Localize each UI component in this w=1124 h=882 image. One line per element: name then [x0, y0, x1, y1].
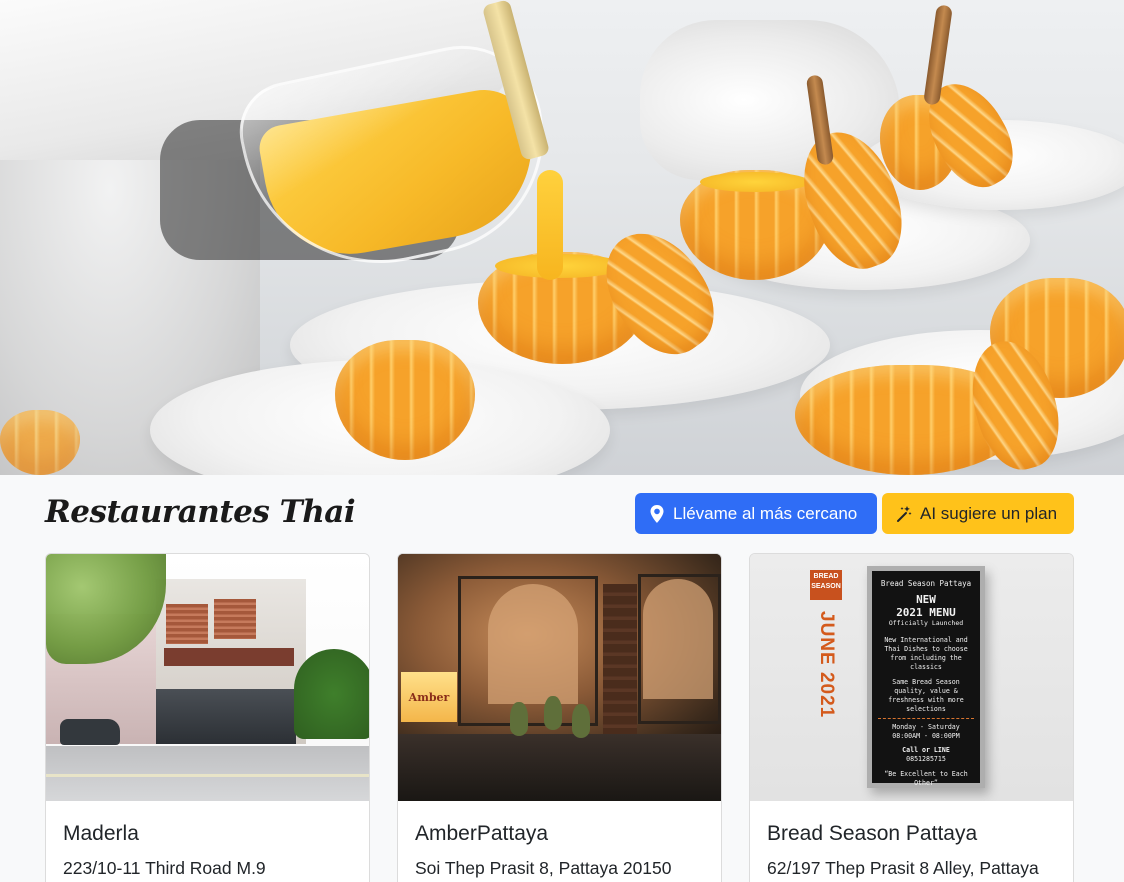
map-pin-icon [649, 504, 665, 523]
restaurant-card-bread-season[interactable]: BREAD SEASON JUNE 2021 Bread Season Patt… [749, 553, 1074, 882]
june-2021-banner: JUNE 2021 [816, 611, 837, 719]
restaurant-name: AmberPattaya [415, 822, 549, 845]
restaurant-card-amberpattaya[interactable]: Amber AmberPattaya Soi Thep Prasit 8, Pa… [397, 553, 722, 882]
nearest-restaurant-button[interactable]: Llévame al más cercano [635, 493, 877, 534]
menu-poster: Bread Season Pattaya NEW 2021 MENU Offic… [867, 566, 985, 788]
restaurant-name: Bread Season Pattaya [767, 822, 978, 845]
section-title: Restaurantes Thai [45, 494, 356, 530]
restaurant-address: Soi Thep Prasit 8, Pattaya 20150 [415, 858, 672, 878]
magic-wand-icon [896, 505, 912, 523]
restaurant-name: Maderla [63, 822, 139, 845]
hero-image [0, 0, 1124, 475]
bread-season-logo: BREAD SEASON [810, 570, 842, 600]
restaurant-address: 62/197 Thep Prasit 8 Alley, Pattaya [767, 858, 1039, 878]
restaurant-image: Amber [398, 554, 721, 801]
amber-sign: Amber [401, 672, 457, 722]
restaurant-card-maderla[interactable]: Maderla 223/10-11 Third Road M.9 [45, 553, 370, 882]
ai-plan-label: AI sugiere un plan [920, 503, 1058, 523]
nearest-restaurant-label: Llévame al más cercano [673, 503, 858, 523]
restaurant-image [46, 554, 369, 801]
restaurant-image: BREAD SEASON JUNE 2021 Bread Season Patt… [750, 554, 1073, 801]
ai-plan-button[interactable]: AI sugiere un plan [882, 493, 1074, 534]
restaurant-address: 223/10-11 Third Road M.9 [63, 858, 266, 878]
